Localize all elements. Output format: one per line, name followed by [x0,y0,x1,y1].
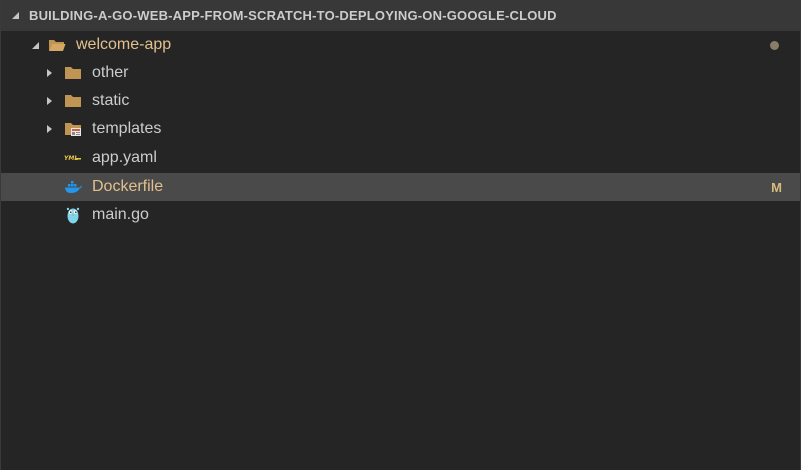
yaml-icon: YML [64,149,82,167]
tree-item-templates[interactable]: templates [1,115,800,143]
chevron-down-icon[interactable] [11,8,21,23]
tree-item-welcome-app[interactable]: welcome-app [1,31,800,59]
go-gopher-icon [64,206,82,224]
chevron-right-icon[interactable] [44,96,54,106]
tree-item-other[interactable]: other [1,59,800,87]
chevron-right-icon[interactable] [44,124,54,134]
tree-item-dockerfile[interactable]: Dockerfile M [1,173,800,201]
chevron-right-icon[interactable] [44,68,54,78]
file-explorer: BUILDING-A-GO-WEB-APP-FROM-SCRATCH-TO-DE… [0,0,801,470]
changes-dot [770,40,779,50]
tree-item-app-yaml[interactable]: YML app.yaml [1,144,800,172]
tree-item-static[interactable]: static [1,87,800,115]
folder-open-icon [48,36,66,54]
tree-item-label: other [92,64,129,81]
git-status-badge: M [771,179,782,195]
tree-item-label: templates [92,120,162,137]
tree-item-main-go[interactable]: main.go [1,201,800,229]
explorer-section-header[interactable]: BUILDING-A-GO-WEB-APP-FROM-SCRATCH-TO-DE… [1,0,800,31]
section-title: BUILDING-A-GO-WEB-APP-FROM-SCRATCH-TO-DE… [29,8,557,23]
tree-item-label: static [92,92,130,109]
tree-item-label: main.go [92,206,149,223]
folder-icon [64,64,82,82]
tree-item-label: app.yaml [92,149,157,166]
chevron-down-icon[interactable] [30,40,40,50]
folder-icon [64,92,82,110]
tree-item-label: Dockerfile [92,178,164,195]
folder-templates-icon [64,120,82,138]
tree-item-label: welcome-app [76,36,172,53]
docker-icon [64,178,82,196]
